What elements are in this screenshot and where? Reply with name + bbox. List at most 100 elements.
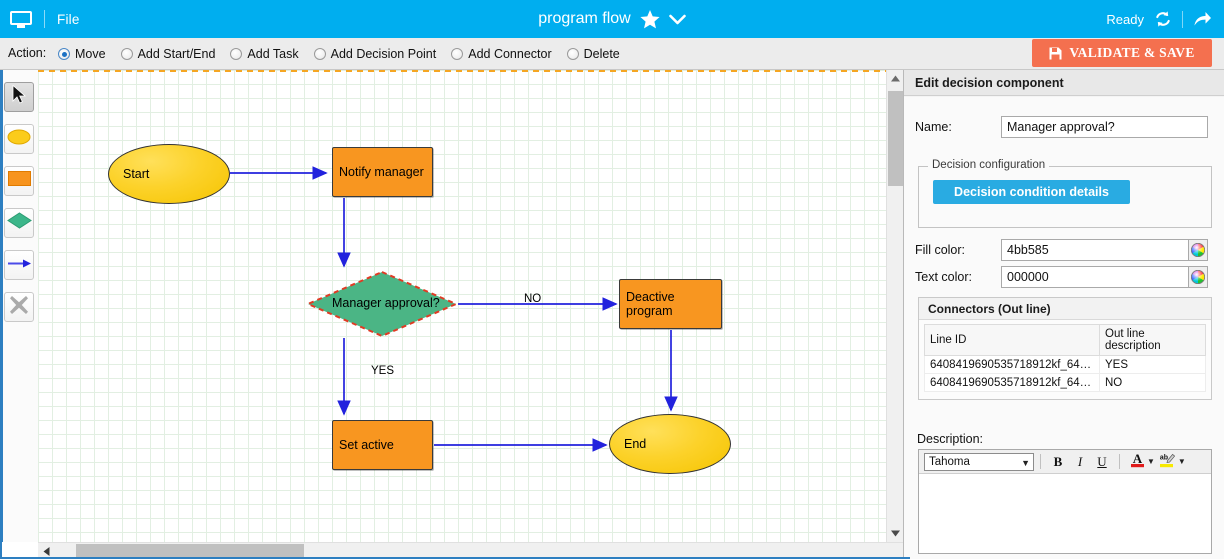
status-text: Ready (1106, 11, 1144, 27)
action-radio-group: Move Add Start/End Add Task Add Decision… (58, 38, 635, 70)
cursor-arrow-icon (12, 84, 27, 109)
column-header-line-id: Line ID (924, 324, 1100, 356)
italic-button[interactable]: I (1070, 452, 1090, 471)
share-arrow-icon[interactable] (1193, 10, 1212, 28)
group-legend: Decision configuration (928, 159, 1050, 171)
fill-color-wheel-icon[interactable] (1189, 239, 1208, 261)
radio-add-decision-point[interactable]: Add Decision Point (313, 47, 437, 61)
flow-canvas[interactable]: Start Notify manager Manager approval? D… (38, 70, 910, 559)
canvas-grid[interactable]: Start Notify manager Manager approval? D… (38, 70, 894, 542)
font-family-select[interactable]: Tahoma ▼ (924, 452, 1034, 471)
decision-condition-details-button[interactable]: Decision condition details (933, 180, 1130, 204)
radio-move[interactable]: Move (58, 47, 106, 61)
table-header-row: Line ID Out line description (924, 324, 1206, 356)
text-color-input[interactable] (1001, 266, 1189, 288)
connector-tool[interactable] (4, 250, 34, 280)
node-label: Manager approval? (332, 296, 440, 310)
application-window: File program flow Ready Action: Move Add… (0, 0, 1224, 559)
node-start[interactable]: Start (108, 144, 230, 204)
node-manager-approval[interactable]: Manager approval? (306, 270, 458, 338)
cell-out-line-description: NO (1099, 373, 1206, 392)
delete-tool[interactable] (4, 292, 34, 322)
canvas-vertical-scrollbar[interactable] (886, 70, 903, 542)
name-input[interactable] (1001, 116, 1208, 138)
radio-indicator[interactable] (120, 48, 133, 60)
bold-button[interactable]: B (1048, 452, 1068, 471)
monitor-icon (10, 10, 32, 28)
task-tool[interactable] (4, 166, 34, 196)
connectors-table[interactable]: Line ID Out line description 64084196905… (924, 324, 1206, 392)
name-row: Name: (915, 116, 1208, 138)
editor-toolbar: Tahoma ▼ B I U A ▼ ab ▼ (919, 450, 1211, 474)
node-notify-manager[interactable]: Notify manager (332, 147, 433, 197)
radio-label: Add Start/End (137, 47, 216, 61)
chevron-down-icon: ▼ (1177, 457, 1186, 466)
node-set-active[interactable]: Set active (332, 420, 433, 470)
table-row[interactable]: 6408419690535718912kf_640... NO (924, 373, 1206, 392)
title-bar-right: Ready (1106, 0, 1212, 38)
font-color-icon: A (1130, 451, 1145, 473)
properties-panel: Edit decision component Name: Decision c… (903, 70, 1224, 559)
triangle-down-icon (891, 530, 900, 537)
vertical-scroll-track[interactable] (887, 87, 904, 525)
scroll-down-button[interactable] (887, 525, 904, 542)
radio-label: Add Task (247, 47, 299, 61)
radio-indicator[interactable] (313, 48, 326, 60)
node-label: Deactive program (626, 290, 675, 318)
radio-indicator[interactable] (566, 48, 579, 60)
radio-add-task[interactable]: Add Task (230, 47, 299, 61)
node-deactive-program[interactable]: Deactive program (619, 279, 722, 329)
canvas-left-border (0, 70, 2, 559)
radio-add-start-end[interactable]: Add Start/End (120, 47, 216, 61)
name-label: Name: (915, 120, 952, 134)
scroll-up-button[interactable] (887, 70, 904, 87)
text-color-label: Text color: (915, 270, 972, 284)
validate-and-save-button[interactable]: VALIDATE & SAVE (1032, 39, 1212, 67)
menu-file[interactable]: File (57, 12, 80, 27)
column-header-out-line-description: Out line description (1099, 324, 1206, 356)
title-bar-center: program flow (0, 0, 1224, 38)
svg-text:A: A (1133, 451, 1143, 466)
start-end-tool[interactable] (4, 124, 34, 154)
highlight-button[interactable]: ab ▼ (1159, 451, 1186, 473)
divider (44, 10, 45, 28)
fill-color-label: Fill color: (915, 243, 966, 257)
radio-indicator[interactable] (230, 48, 243, 60)
star-icon[interactable] (640, 9, 660, 29)
vertical-scroll-thumb[interactable] (888, 91, 903, 186)
fill-color-input[interactable] (1001, 239, 1189, 261)
svg-text:ab: ab (1160, 454, 1168, 461)
font-color-button[interactable]: A ▼ (1130, 451, 1155, 473)
table-row[interactable]: 6408419690535718912kf_640... YES (924, 355, 1206, 374)
refresh-icon[interactable] (1154, 10, 1172, 28)
radio-add-connector[interactable]: Add Connector (451, 47, 552, 61)
edge-label-no: NO (524, 293, 542, 305)
panel-body: Name: Decision configuration Decision co… (904, 97, 1224, 559)
text-color-wheel-icon[interactable] (1189, 266, 1208, 288)
chevron-down-icon: ▼ (1147, 457, 1155, 466)
description-textarea[interactable] (919, 475, 1211, 553)
ellipse-icon (7, 129, 31, 150)
highlight-icon: ab (1159, 451, 1176, 473)
fill-color-row: Fill color: (915, 239, 1208, 261)
flow-connectors (230, 166, 678, 452)
radio-label: Delete (583, 47, 620, 61)
font-family-value: Tahoma (929, 455, 970, 468)
radio-indicator[interactable] (451, 48, 464, 60)
chevron-down-icon[interactable] (668, 14, 686, 25)
edge-label-yes: YES (371, 365, 395, 377)
radio-label: Add Decision Point (330, 47, 437, 61)
decision-tool[interactable] (4, 208, 34, 238)
divider (1119, 454, 1120, 469)
document-title: program flow (538, 10, 631, 27)
radio-indicator[interactable] (58, 48, 70, 60)
radio-label: Move (75, 47, 106, 61)
description-label: Description: (917, 432, 983, 446)
triangle-left-icon (43, 547, 50, 556)
underline-button[interactable]: U (1092, 452, 1112, 471)
radio-delete[interactable]: Delete (566, 47, 620, 61)
select-tool[interactable] (4, 82, 34, 112)
node-end[interactable]: End (609, 414, 731, 474)
divider (1040, 454, 1041, 469)
chevron-down-icon: ▼ (1021, 457, 1030, 468)
